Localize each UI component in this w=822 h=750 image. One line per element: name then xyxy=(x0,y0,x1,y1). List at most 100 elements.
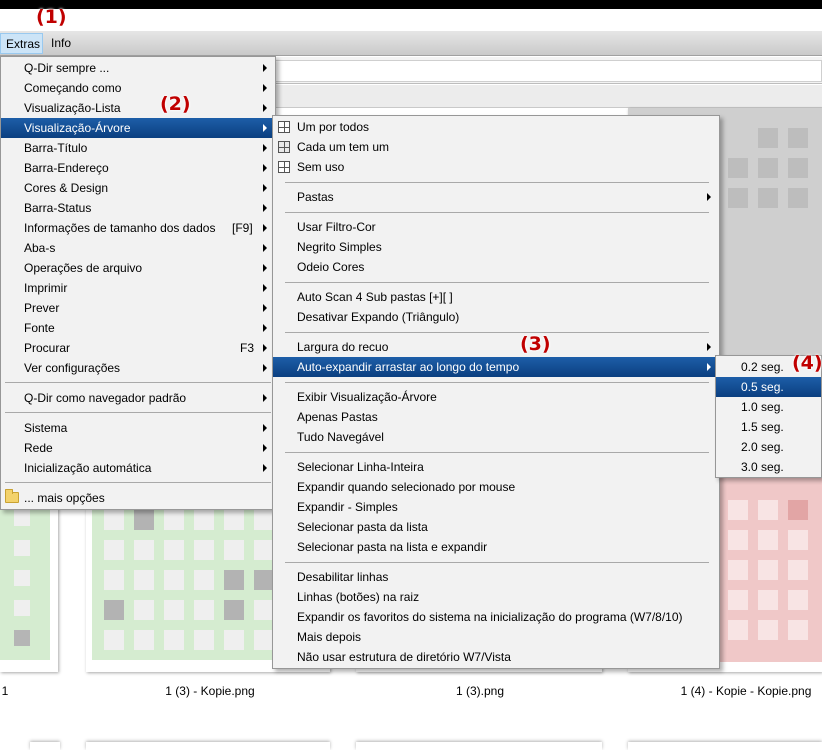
submenu-arrow-icon xyxy=(707,363,711,371)
thumbnail-label: 1 (3).png xyxy=(455,684,505,698)
menu-separator xyxy=(285,332,709,333)
submenu-arrow-icon xyxy=(263,84,267,92)
submenu-arrow-icon xyxy=(263,184,267,192)
address-bar[interactable] xyxy=(275,60,822,82)
menu-item-sistema[interactable]: Sistema xyxy=(1,418,275,438)
menu-separator xyxy=(5,482,271,483)
tree-view-submenu: Um por todos Cada um tem um Sem uso Past… xyxy=(272,115,720,669)
menu-item-mais-opcoes[interactable]: ... mais opções xyxy=(1,488,275,508)
thumbnail-image[interactable] xyxy=(0,490,58,672)
menu-item-q-dir-sempre[interactable]: Q-Dir sempre ... xyxy=(1,58,275,78)
menu-bar: Extras Info xyxy=(0,31,822,56)
menu-item-visualizacao-arvore[interactable]: Visualização-Árvore xyxy=(1,118,275,138)
menu-item-ver-configuracoes[interactable]: Ver configurações xyxy=(1,358,275,378)
menu-item-cada-um-tem-um[interactable]: Cada um tem um xyxy=(273,137,719,157)
menu-item-um-por-todos[interactable]: Um por todos xyxy=(273,117,719,137)
menu-item-time-2-0[interactable]: 2.0 seg. xyxy=(716,437,821,457)
menu-separator xyxy=(285,182,709,183)
thumbnail-label-partial: 1 xyxy=(1,684,9,698)
menu-item-selecionar-linha-inteira[interactable]: Selecionar Linha-Inteira xyxy=(273,457,719,477)
menu-item-expandir-favoritos[interactable]: Expandir os favoritos do sistema na inic… xyxy=(273,607,719,627)
menu-item-informacoes-tamanho[interactable]: Informações de tamanho dos dados [F9] xyxy=(1,218,275,238)
menu-item-time-3-0[interactable]: 3.0 seg. xyxy=(716,457,821,477)
menu-item-time-0-5[interactable]: 0.5 seg. xyxy=(716,377,821,397)
thumbnail-image[interactable] xyxy=(628,742,822,750)
menu-item-barra-endereco[interactable]: Barra-Endereço xyxy=(1,158,275,178)
folder-icon xyxy=(5,489,19,503)
submenu-arrow-icon xyxy=(263,444,267,452)
menu-item-time-1-0[interactable]: 1.0 seg. xyxy=(716,397,821,417)
submenu-arrow-icon xyxy=(263,304,267,312)
submenu-arrow-icon xyxy=(263,144,267,152)
menu-item-time-1-5[interactable]: 1.5 seg. xyxy=(716,417,821,437)
menu-item-nao-usar-estrutura[interactable]: Não usar estrutura de diretório W7/Vista xyxy=(273,647,719,667)
menu-item-abas[interactable]: Aba-s xyxy=(1,238,275,258)
menu-item-auto-scan[interactable]: Auto Scan 4 Sub pastas [+][ ] xyxy=(273,287,719,307)
menu-item-auto-expandir[interactable]: Auto-expandir arrastar ao longo do tempo xyxy=(273,357,719,377)
menu-separator xyxy=(285,282,709,283)
tree-view-icon xyxy=(278,141,290,153)
tree-view-icon xyxy=(278,161,290,173)
submenu-arrow-icon xyxy=(263,424,267,432)
menu-item-apenas-pastas[interactable]: Apenas Pastas xyxy=(273,407,719,427)
menu-extras[interactable]: Extras xyxy=(0,33,43,54)
thumbnail-image[interactable] xyxy=(30,742,60,750)
menu-item-linhas-raiz[interactable]: Linhas (botões) na raiz xyxy=(273,587,719,607)
menu-item-negrito-simples[interactable]: Negrito Simples xyxy=(273,237,719,257)
thumbnail-image[interactable] xyxy=(356,742,602,750)
annotation-marker-4: (4) xyxy=(792,352,822,374)
annotation-marker-3: (3) xyxy=(520,333,551,355)
menu-item-barra-status[interactable]: Barra-Status xyxy=(1,198,275,218)
menu-item-barra-titulo[interactable]: Barra-Título xyxy=(1,138,275,158)
submenu-arrow-icon xyxy=(263,364,267,372)
annotation-marker-2: (2) xyxy=(160,93,191,115)
menu-item-procurar[interactable]: Procurar F3 xyxy=(1,338,275,358)
menu-info[interactable]: Info xyxy=(46,33,76,54)
menu-item-navegador-padrao[interactable]: Q-Dir como navegador padrão xyxy=(1,388,275,408)
submenu-arrow-icon xyxy=(263,394,267,402)
shortcut-label: F3 xyxy=(240,341,255,355)
submenu-arrow-icon xyxy=(263,64,267,72)
submenu-arrow-icon xyxy=(263,164,267,172)
menu-item-mais-depois[interactable]: Mais depois xyxy=(273,627,719,647)
thumbnail-image[interactable] xyxy=(86,742,330,750)
menu-item-exibir-arvore[interactable]: Exibir Visualização-Árvore xyxy=(273,387,719,407)
menu-item-prever[interactable]: Prever xyxy=(1,298,275,318)
submenu-arrow-icon xyxy=(263,244,267,252)
menu-item-fonte[interactable]: Fonte xyxy=(1,318,275,338)
menu-separator xyxy=(285,562,709,563)
submenu-arrow-icon xyxy=(263,284,267,292)
menu-item-usar-filtro-cor[interactable]: Usar Filtro-Cor xyxy=(273,217,719,237)
menu-item-desativar-expando[interactable]: Desativar Expando (Triângulo) xyxy=(273,307,719,327)
menu-item-pastas[interactable]: Pastas xyxy=(273,187,719,207)
submenu-arrow-icon xyxy=(263,324,267,332)
menu-item-cores-design[interactable]: Cores & Design xyxy=(1,178,275,198)
menu-item-imprimir[interactable]: Imprimir xyxy=(1,278,275,298)
submenu-arrow-icon xyxy=(263,464,267,472)
menu-item-visualizacao-lista[interactable]: Visualização-Lista xyxy=(1,98,275,118)
menu-separator xyxy=(285,382,709,383)
submenu-arrow-icon xyxy=(707,193,711,201)
menu-item-expandir-mouse[interactable]: Expandir quando selecionado por mouse xyxy=(273,477,719,497)
submenu-arrow-icon xyxy=(707,343,711,351)
menu-item-desabilitar-linhas[interactable]: Desabilitar linhas xyxy=(273,567,719,587)
menu-item-selecionar-pasta-lista[interactable]: Selecionar pasta da lista xyxy=(273,517,719,537)
menu-separator xyxy=(285,212,709,213)
menu-item-sem-uso[interactable]: Sem uso xyxy=(273,157,719,177)
thumbnail-label: 1 (4) - Kopie - Kopie.png xyxy=(680,684,812,698)
menu-item-comecando-como[interactable]: Começando como xyxy=(1,78,275,98)
menu-separator xyxy=(5,382,271,383)
submenu-arrow-icon xyxy=(263,224,267,232)
thumbnail-label: 1 (3) - Kopie.png xyxy=(165,684,255,698)
menu-item-odeio-cores[interactable]: Odeio Cores xyxy=(273,257,719,277)
menu-item-operacoes-arquivo[interactable]: Operações de arquivo xyxy=(1,258,275,278)
shortcut-label: [F9] xyxy=(232,221,253,235)
menu-item-rede[interactable]: Rede xyxy=(1,438,275,458)
menu-item-tudo-navegavel[interactable]: Tudo Navegável xyxy=(273,427,719,447)
menu-item-selecionar-pasta-expandir[interactable]: Selecionar pasta na lista e expandir xyxy=(273,537,719,557)
menu-item-inicializacao-automatica[interactable]: Inicialização automática xyxy=(1,458,275,478)
menu-item-largura-recuo[interactable]: Largura do recuo xyxy=(273,337,719,357)
submenu-arrow-icon xyxy=(263,264,267,272)
menu-item-expandir-simples[interactable]: Expandir - Simples xyxy=(273,497,719,517)
thumbnail-graphic xyxy=(0,490,50,660)
